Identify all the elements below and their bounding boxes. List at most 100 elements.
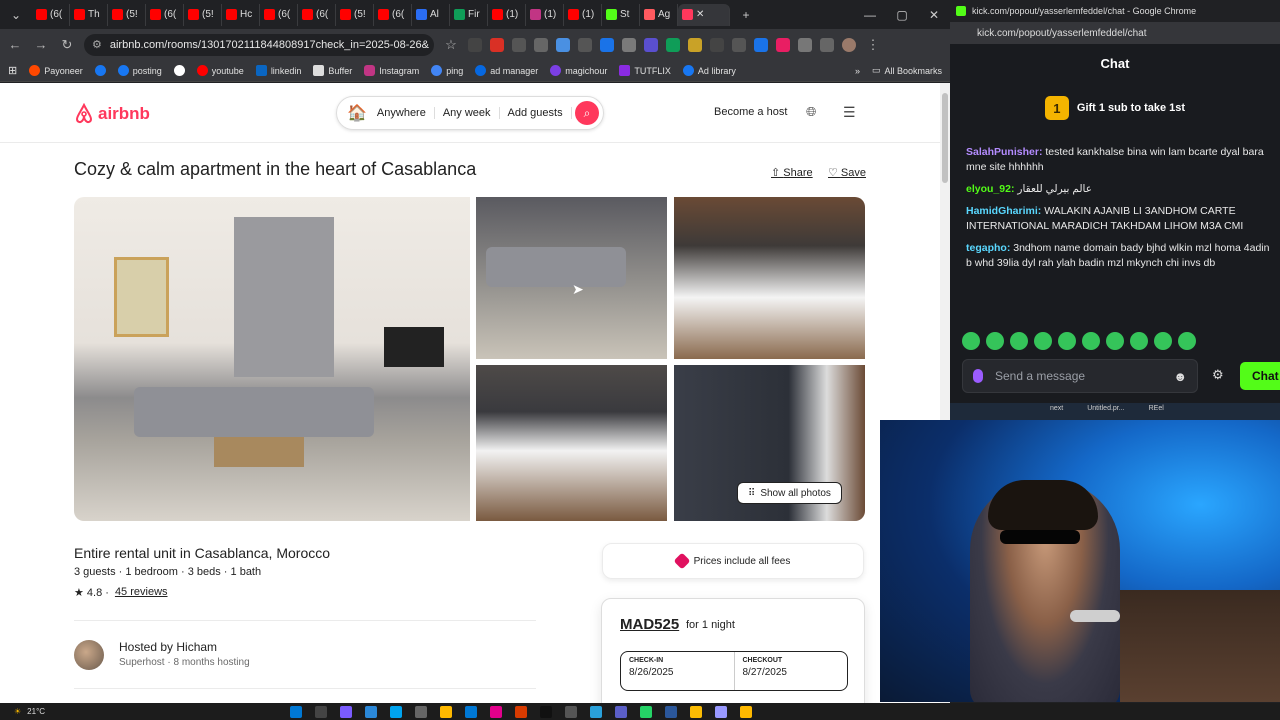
telegram-icon[interactable] [590,706,602,718]
price[interactable]: MAD525 [620,616,679,633]
folder-icon[interactable] [440,706,452,718]
extension-icon[interactable] [666,37,680,52]
app-icon[interactable] [340,706,352,718]
extension-icon[interactable] [710,37,724,52]
bookmark-item[interactable]: Payoneer [29,65,83,76]
extensions-puzzle-icon[interactable] [798,37,812,52]
tab-search-icon[interactable]: ⌄ [0,8,32,22]
maximize-icon[interactable]: ▢ [886,8,918,22]
chat-settings-icon[interactable]: ⚙ [1212,367,1224,383]
chat-username[interactable]: SalahPunisher: [966,146,1042,158]
windows-start-icon[interactable] [290,706,302,718]
chat-message-input[interactable]: Send a message ☻ [962,359,1198,393]
save-button[interactable]: ♡ Save [828,166,866,179]
capcut-icon[interactable] [540,706,552,718]
whatsapp-icon[interactable] [640,706,652,718]
emote-icon[interactable] [1082,332,1100,350]
chat-messages[interactable]: SalahPunisher: tested kankhalse bina win… [966,145,1276,315]
chat-url-bar[interactable]: kick.com/popout/yasserlemfeddel/chat [950,22,1280,44]
browser-tab[interactable]: Th [70,3,108,26]
reload-icon[interactable]: ↻ [58,37,76,53]
browser-tab[interactable]: (6( [146,3,184,26]
search-bar[interactable]: 🏠 Anywhere Any week Add guests ⌕ [336,96,604,130]
bookmark-item[interactable]: ad manager [475,65,538,76]
scrollbar-thumb[interactable] [942,93,948,183]
new-tab-icon[interactable]: + [730,8,762,22]
extension-icon[interactable] [512,37,526,52]
chat-send-button[interactable]: Chat [1240,362,1280,390]
bookmark-star-icon[interactable]: ☆ [442,37,460,53]
media-control-icon[interactable] [820,37,834,52]
emote-icon[interactable] [1130,332,1148,350]
browser-tab[interactable]: Hc [222,3,260,26]
weather-widget[interactable]: ☀ 21°C [14,707,45,716]
close-window-icon[interactable]: ✕ [918,8,950,22]
app-icon[interactable] [665,706,677,718]
extension-icon[interactable] [754,37,768,52]
app-icon[interactable] [415,706,427,718]
browser-tab[interactable]: Fir [450,3,488,26]
browser-tab[interactable]: (6( [260,3,298,26]
extension-icon[interactable] [622,37,636,52]
app-icon[interactable] [565,706,577,718]
chrome-icon[interactable] [690,706,702,718]
bookmark-item[interactable]: youtube [196,65,244,76]
browser-tab-active[interactable]: ✕ [678,3,730,26]
desktop-icon-label[interactable]: Untitled.pr... [1087,405,1124,419]
emote-icon[interactable] [1154,332,1172,350]
more-bookmarks-icon[interactable]: » [855,66,860,76]
listing-photo-living-room[interactable] [74,197,470,521]
microphone-icon[interactable] [973,369,983,383]
extension-icon[interactable] [688,37,702,52]
browser-tab[interactable]: (5! [336,3,374,26]
bookmark-item[interactable]: magichour [550,65,607,76]
bookmark-item[interactable]: posting [117,65,162,76]
app-icon[interactable] [365,706,377,718]
chat-username[interactable]: HamidGharimi: [966,205,1041,217]
app-icon[interactable] [465,706,477,718]
bookmark-item[interactable]: Ad library [682,65,736,76]
browser-tab[interactable]: Ag [640,3,678,26]
emoji-icon[interactable]: ☻ [1173,369,1187,384]
gift-sub-banner[interactable]: 1 Gift 1 sub to take 1st [950,90,1280,126]
chat-username[interactable]: tegapho: [966,242,1010,254]
extension-icon[interactable] [732,37,746,52]
browser-tab[interactable]: (5! [184,3,222,26]
any-week-button[interactable]: Any week [435,107,500,119]
emote-icon[interactable] [986,332,1004,350]
search-icon[interactable]: ⌕ [575,101,599,125]
date-picker[interactable]: CHECK-IN 8/26/2025 CHECKOUT 8/27/2025 [620,651,848,691]
reviews-link[interactable]: 45 reviews [115,586,168,599]
become-host-link[interactable]: Become a host [714,106,787,118]
emote-icon[interactable] [1034,332,1052,350]
address-bar[interactable]: ⚙ airbnb.com/rooms/1301702111844808917ch… [84,33,434,56]
extension-icon[interactable] [556,37,570,52]
extension-icon[interactable] [534,37,548,52]
back-icon[interactable]: ← [6,37,24,52]
show-all-photos-button[interactable]: ⠿ Show all photos [737,482,842,504]
bookmark-item[interactable]: ping [431,65,463,76]
browser-tab[interactable]: (6( [298,3,336,26]
profile-avatar-icon[interactable] [842,37,856,52]
bookmark-item[interactable] [173,65,185,76]
listing-photo-bedroom-2[interactable] [476,365,667,521]
app-icon[interactable] [515,706,527,718]
host-avatar[interactable] [74,640,104,670]
chrome-menu-icon[interactable]: ⋮ [864,37,882,53]
browser-tab[interactable]: (1) [564,3,602,26]
app-icon[interactable] [615,706,627,718]
listing-photo-bedroom[interactable] [674,197,865,359]
browser-tab[interactable]: (1) [488,3,526,26]
browser-tab[interactable]: St [602,3,640,26]
all-bookmarks-folder[interactable]: ▭ All Bookmarks [872,65,942,76]
extension-icon[interactable] [468,37,482,52]
browser-tab[interactable]: Al [412,3,450,26]
extension-icon[interactable] [776,37,790,52]
checkin-field[interactable]: CHECK-IN 8/26/2025 [621,652,735,690]
app-icon[interactable] [490,706,502,718]
listing-photo-lounge[interactable]: ➤ [476,197,667,359]
minimize-icon[interactable]: — [854,8,886,22]
emote-icon[interactable] [1178,332,1196,350]
add-guests-button[interactable]: Add guests [500,107,572,119]
globe-icon[interactable]: 🌐︎ [806,104,816,120]
